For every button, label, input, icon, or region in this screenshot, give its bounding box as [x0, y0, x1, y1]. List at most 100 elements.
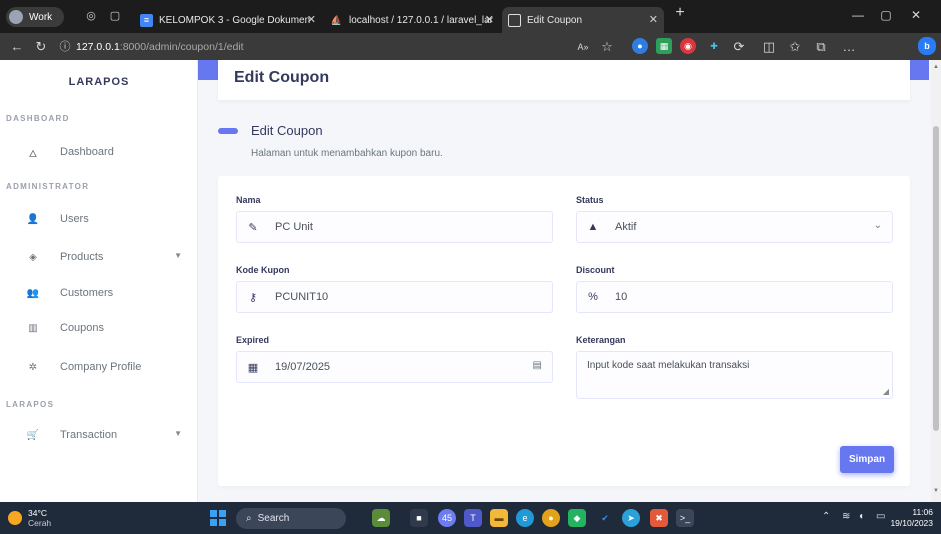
teams-icon[interactable]: T — [464, 509, 482, 527]
wifi-icon[interactable]: ≋ — [842, 511, 850, 522]
status-label: Status — [576, 195, 604, 205]
read-aloud-icon[interactable]: A» — [574, 38, 592, 56]
new-tab-button[interactable]: + — [670, 4, 690, 22]
telegram-icon[interactable]: ➤ — [622, 509, 640, 527]
close-icon[interactable]: ✕ — [485, 13, 494, 26]
phpmyadmin-icon: ⛵ — [330, 14, 343, 25]
workspaces-icon[interactable]: ◎ — [84, 9, 98, 23]
split-screen-icon[interactable]: ⟳ — [730, 38, 748, 56]
expired-label: Expired — [236, 335, 270, 345]
expired-date-field[interactable]: ▦ 19/07/2025 ▤ — [236, 351, 553, 383]
terminal-icon[interactable]: >_ — [676, 509, 694, 527]
page-header: Edit Coupon — [218, 60, 910, 100]
battery-icon[interactable]: ▭ — [876, 511, 885, 522]
windows-start-icon[interactable] — [210, 510, 226, 526]
app-icon[interactable]: ◆ — [568, 509, 586, 527]
tab-edit-coupon[interactable]: Edit Coupon ✕ — [502, 7, 664, 33]
clock-time: 11:06 — [912, 507, 933, 517]
url-path: :8000/admin/coupon/1/edit — [119, 41, 244, 53]
percent-icon: % — [588, 291, 598, 303]
profile-button[interactable]: Work — [6, 7, 64, 27]
minimize-icon[interactable]: — — [848, 8, 868, 22]
brand-logo[interactable]: LARAPOS — [0, 76, 198, 88]
sidebar-item-label: Products — [60, 251, 104, 263]
key-icon: ⚷ — [248, 291, 258, 304]
scrollbar-thumb[interactable] — [933, 126, 939, 431]
tray-chevron-icon[interactable]: ⌃ — [822, 511, 830, 522]
browser-tab-bar: Work ◎ ▢ ≡ KELOMPOK 3 - Google Dokumen ✕… — [0, 0, 941, 33]
split-view-icon[interactable]: ◫ — [760, 38, 778, 56]
date-picker-icon[interactable]: ▤ — [533, 360, 542, 371]
sidebar: LARAPOS DASHBOARD 🜂 Dashboard ADMINISTRA… — [0, 60, 198, 502]
tab-phpmyadmin[interactable]: ⛵ localhost / 127.0.0.1 / laravel_lar ✕ — [324, 7, 500, 33]
address-bar[interactable]: 127.0.0.1:8000/admin/coupon/1/edit — [76, 38, 244, 56]
widgets-icon[interactable]: ☁ — [372, 509, 390, 527]
xampp-icon[interactable]: ✖ — [650, 509, 668, 527]
tab-google-docs[interactable]: ≡ KELOMPOK 3 - Google Dokumen ✕ — [134, 7, 322, 33]
extension-icon[interactable]: ● — [632, 38, 648, 54]
keterangan-textarea[interactable]: Input kode saat melakukan transaksi ◢ — [576, 351, 893, 399]
info-icon[interactable]: ⓘ — [56, 38, 74, 56]
taskbar: 34°C Cerah ⌕ Search ☁ ■ 45 T ▬ e ● ◆ ✔ ➤… — [0, 502, 941, 534]
more-icon[interactable]: … — [840, 38, 858, 56]
menu-header: DASHBOARD — [6, 114, 70, 123]
simpan-button[interactable]: Simpan — [840, 446, 894, 473]
back-icon[interactable]: ← — [8, 38, 26, 56]
sidebar-item-label: Transaction — [60, 429, 118, 441]
nama-field[interactable]: ✎ PC Unit — [236, 211, 553, 243]
discount-field[interactable]: % 10 — [576, 281, 893, 313]
url-host: 127.0.0.1 — [76, 41, 120, 53]
maximize-icon[interactable]: ▢ — [876, 8, 896, 22]
sidebar-item-dashboard[interactable]: 🜂 Dashboard — [0, 138, 198, 166]
sidebar-item-transaction[interactable]: 🛒 Transaction ▼ — [0, 421, 198, 449]
kode-field[interactable]: ⚷ PCUNIT10 — [236, 281, 553, 313]
clock-date: 19/10/2023 — [890, 518, 933, 528]
keterangan-label: Keterangan — [576, 335, 626, 345]
status-select[interactable]: ▲ Aktif ⌄ — [576, 211, 893, 243]
task-view-icon[interactable]: ■ — [410, 509, 428, 527]
sidebar-item-customers[interactable]: 👥 Customers — [0, 279, 198, 307]
system-clock[interactable]: 11:06 19/10/2023 — [890, 507, 933, 529]
collections-icon[interactable]: ⧉ — [812, 38, 830, 56]
users-icon: 👥 — [26, 287, 40, 299]
window-close-icon[interactable]: ✕ — [906, 8, 926, 22]
sun-icon[interactable] — [8, 511, 22, 525]
resize-handle-icon[interactable]: ◢ — [883, 387, 889, 396]
weather-condition: Cerah — [28, 518, 52, 528]
extension-icon[interactable]: ◉ — [680, 38, 696, 54]
favorite-star-icon[interactable]: ☆ — [598, 38, 616, 56]
scroll-down-icon[interactable]: ▼ — [932, 488, 940, 494]
app-icon[interactable]: ✔ — [596, 509, 614, 527]
refresh-icon[interactable]: ↻ — [32, 38, 50, 56]
docs-icon: ≡ — [140, 13, 153, 27]
browser-toolbar: ← ↻ ⓘ 127.0.0.1:8000/admin/coupon/1/edit… — [0, 33, 941, 60]
scroll-up-icon[interactable]: ▲ — [932, 64, 940, 70]
tab-title: KELOMPOK 3 - Google Dokumen — [159, 14, 311, 26]
tab-actions-icon[interactable]: ▢ — [108, 9, 122, 23]
close-icon[interactable]: ✕ — [307, 13, 316, 26]
taskbar-search[interactable]: ⌕ Search — [236, 508, 346, 529]
tab-title: Edit Coupon — [527, 14, 583, 26]
volume-icon[interactable]: ◖ — [858, 511, 864, 522]
expired-value: 19/07/2025 — [275, 361, 331, 373]
favorites-icon[interactable]: ✩ — [786, 38, 804, 56]
sidebar-item-users[interactable]: 👤 Users — [0, 205, 198, 233]
box-icon: ◈ — [29, 251, 37, 263]
sidebar-item-company-profile[interactable]: ✲ Company Profile — [0, 353, 198, 381]
extension-icon[interactable]: ✚ — [706, 38, 722, 54]
page-scrollbar[interactable]: ▲ ▼ — [931, 60, 941, 502]
file-explorer-icon[interactable]: ▬ — [490, 509, 508, 527]
sidebar-item-products[interactable]: ◈ Products ▼ — [0, 243, 198, 271]
chrome-icon[interactable]: ● — [542, 509, 560, 527]
status-value: Aktif — [615, 221, 637, 233]
chat-icon[interactable]: 45 — [438, 509, 456, 527]
sidebar-item-coupons[interactable]: ▥ Coupons — [0, 314, 198, 342]
edge-icon[interactable]: e — [516, 509, 534, 527]
copilot-icon[interactable]: b — [918, 37, 936, 55]
close-icon[interactable]: ✕ — [649, 13, 658, 26]
extension-icon[interactable]: ▦ — [656, 38, 672, 54]
sidebar-item-label: Dashboard — [60, 146, 114, 158]
discount-value: 10 — [615, 291, 628, 303]
search-icon: ⌕ — [246, 513, 252, 524]
weather-widget[interactable]: 34°C Cerah — [28, 508, 51, 528]
